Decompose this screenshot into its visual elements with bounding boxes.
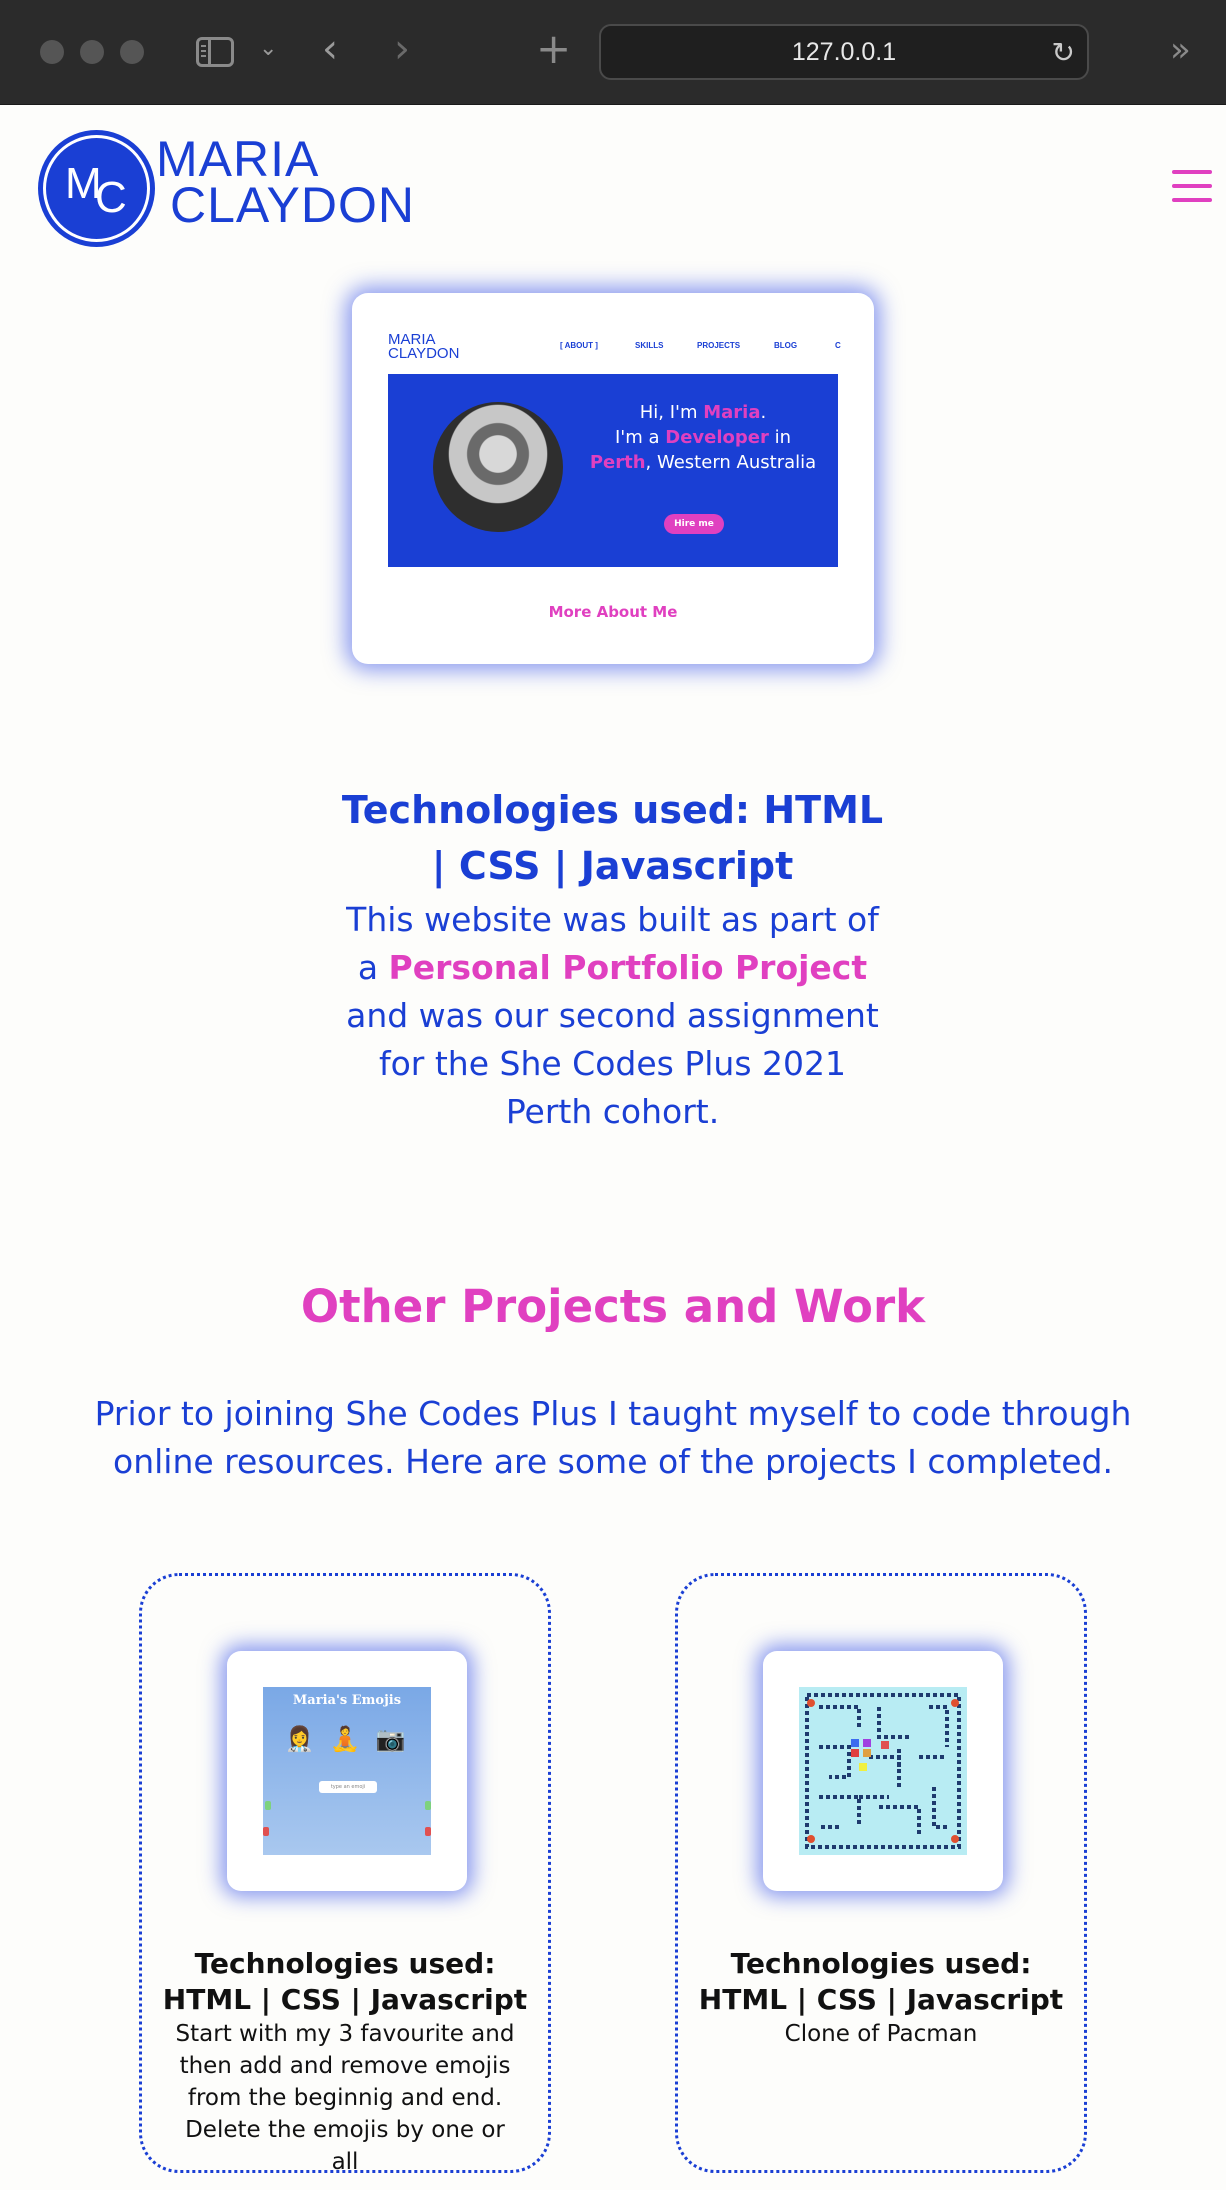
preview-nav-about: [ ABOUT ] [560, 341, 598, 350]
project-card-emojis: Maria's Emojis 👩‍⚕ 🧘 📷 type an emoji Tec… [139, 1573, 551, 2175]
forward-arrow-icon[interactable]: › [394, 26, 410, 72]
preview-more-about-link: More About Me [548, 603, 678, 621]
close-window-button[interactable] [40, 40, 64, 64]
logo-last-name: CLAYDON [170, 177, 416, 233]
emoji-thumb-input: type an emoji [319, 1781, 377, 1793]
portfolio-tech-heading: Technologies used: HTML | CSS | Javascri… [341, 788, 884, 888]
preview-nav-contact: C [835, 341, 841, 350]
emoji-thumb-add-start [265, 1801, 271, 1810]
project-card-pacman: Technologies used: HTML | CSS | Javascri… [675, 1573, 1087, 2173]
logo-initial-c: C [95, 173, 127, 222]
emoji-thumb-add-end [425, 1801, 431, 1810]
preview-hire-button: Hire me [664, 514, 724, 534]
browser-toolbar: ⌄ ‹ › + 127.0.0.1 ↻ » [0, 0, 1226, 105]
project-description: Clone of Pacman [784, 2021, 978, 2047]
site-logo-badge[interactable]: M C [43, 135, 150, 242]
portfolio-preview-card[interactable]: MARIA CLAYDON [ ABOUT ] SKILLS PROJECTS … [352, 293, 874, 664]
project-description: Start with my 3 favourite and then add a… [175, 2021, 515, 2175]
url-text: 127.0.0.1 [791, 37, 897, 66]
site-logo-text[interactable]: MARIA CLAYDON [156, 134, 416, 233]
emoji-thumb-emojis: 👩‍⚕ 🧘 📷 [284, 1725, 410, 1753]
project-thumbnail-frame[interactable]: Maria's Emojis 👩‍⚕ 🧘 📷 type an emoji [227, 1651, 467, 1891]
zoom-window-button[interactable] [120, 40, 144, 64]
emoji-thumb-remove-end [425, 1827, 431, 1836]
sidebar-toggle-icon[interactable] [196, 37, 234, 67]
preview-hero: Hi, I'm Maria. I'm a Developer in Perth,… [388, 374, 838, 567]
preview-nav-skills: SKILLS [635, 341, 664, 350]
address-bar[interactable]: 127.0.0.1 ↻ [599, 24, 1089, 80]
preview-nav-projects: PROJECTS [697, 341, 741, 350]
emojis-thumbnail: Maria's Emojis 👩‍⚕ 🧘 📷 type an emoji [263, 1687, 431, 1855]
portfolio-project-highlight: Personal Portfolio Project [388, 948, 868, 987]
new-tab-icon[interactable]: + [536, 24, 571, 73]
profile-photo [433, 402, 563, 532]
project-tech-heading: Technologies used: HTML | CSS | Javascri… [162, 1947, 528, 2016]
emoji-thumb-remove-start [263, 1827, 269, 1836]
pacman-maze-graphic [805, 1693, 961, 1849]
more-chevrons-icon[interactable]: » [1170, 30, 1191, 70]
portfolio-description: This website was built as part of a Pers… [346, 900, 879, 1131]
back-arrow-icon[interactable]: ‹ [322, 26, 338, 72]
project-tech-heading: Technologies used: HTML | CSS | Javascri… [698, 1947, 1064, 2016]
other-projects-intro: Prior to joining She Codes Plus I taught… [94, 1394, 1132, 1481]
preview-nav-blog: BLOG [774, 341, 798, 350]
reload-icon[interactable]: ↻ [1052, 36, 1075, 69]
pacman-thumbnail [799, 1687, 967, 1855]
hamburger-menu-icon[interactable] [1172, 170, 1212, 202]
preview-logo: MARIA CLAYDON [388, 331, 460, 362]
project-thumbnail-frame[interactable] [763, 1651, 1003, 1891]
chevron-down-icon[interactable]: ⌄ [259, 36, 277, 61]
preview-hero-text: Hi, I'm Maria. I'm a Developer in Perth,… [589, 402, 817, 473]
minimize-window-button[interactable] [80, 40, 104, 64]
emoji-thumb-title: Maria's Emojis [292, 1693, 402, 1708]
other-projects-heading: Other Projects and Work [300, 1280, 926, 1333]
